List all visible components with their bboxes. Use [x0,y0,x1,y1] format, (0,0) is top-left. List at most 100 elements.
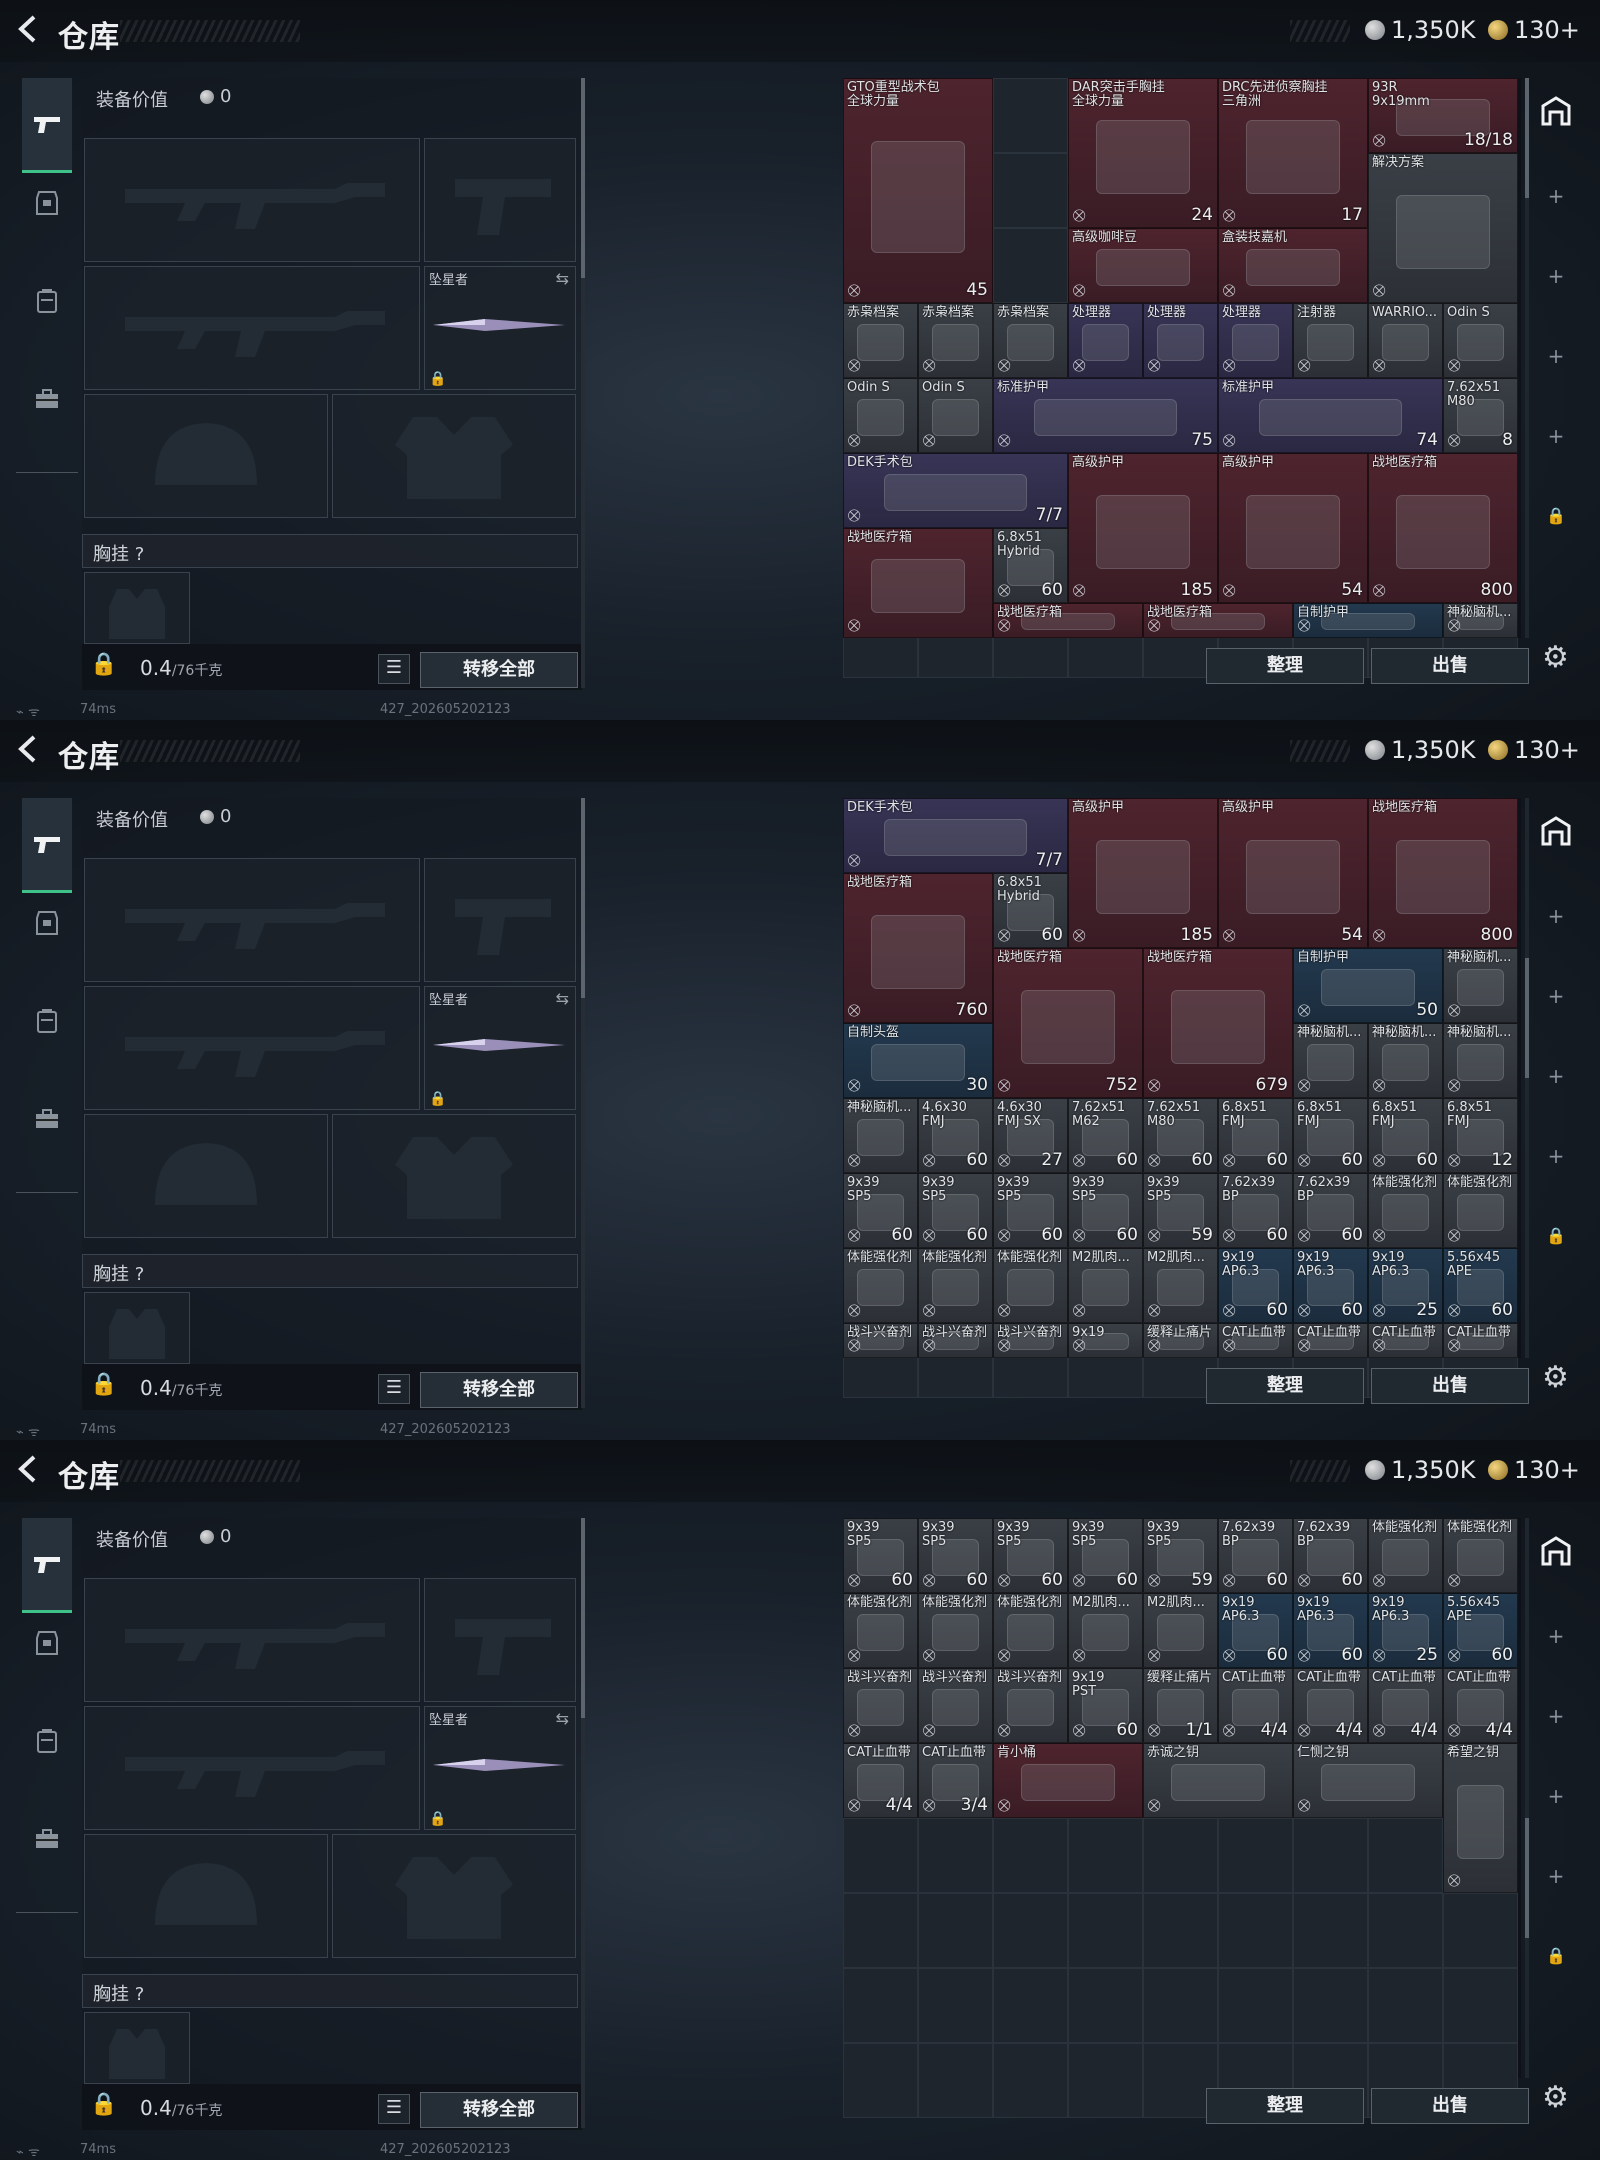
stash-item[interactable]: 战地医疗箱 ⛒ 679 [1143,948,1293,1098]
stash-item[interactable]: M2肌肉... ⛒ [1143,1248,1218,1323]
body-armor-slot[interactable] [332,1834,576,1958]
empty-slot[interactable] [1218,1893,1293,1968]
stash-item[interactable]: 9x39 SP5 ⛒ 59 [1143,1518,1218,1593]
stash-item[interactable]: DEK手术包 ⛒ 7/7 [843,453,1068,528]
add-tab-button[interactable]: + [1536,976,1576,1016]
stash-item[interactable]: 自制头盔 ⛒ 30 [843,1023,993,1098]
empty-slot[interactable] [993,1893,1068,1968]
stash-item[interactable]: 高级护甲 ⛒ 54 [1218,798,1368,948]
stash-item[interactable]: 神秘脑机... ⛒ [1368,1023,1443,1098]
empty-slot[interactable] [1293,1968,1368,2043]
stash-item[interactable]: 自制护甲 ⛒ [1293,603,1443,638]
melee-slot[interactable]: 坠星者 ⇆ 🔒 [424,1706,576,1830]
stash-item[interactable]: 高级护甲 ⛒ 185 [1068,798,1218,948]
empty-slot[interactable] [1443,1893,1518,1968]
stash-item[interactable]: CAT止血带 ⛒ 4/4 [1443,1668,1518,1743]
list-button[interactable]: ☰ [378,1374,410,1404]
stash-item[interactable]: 标准护甲 ⛒ 74 [1218,378,1443,453]
stash-item[interactable]: 5.56x45 APE ⛒ 60 [1443,1248,1518,1323]
stash-scrollbar[interactable] [1525,78,1529,638]
stash-item[interactable]: 9x39 SP5 ⛒ 59 [1143,1173,1218,1248]
stash-item[interactable]: 战斗兴奋剂 ⛒ [993,1668,1068,1743]
back-button[interactable] [14,1454,48,1488]
stash-item[interactable]: CAT止血带 ⛒ [1368,1323,1443,1358]
stash-item[interactable]: 体能强化剂 ⛒ [843,1593,918,1668]
stash-item[interactable]: 战斗兴奋剂 ⛒ [993,1323,1068,1358]
stash-item[interactable]: 赤枭档案 ⛒ [843,303,918,378]
nav-weapons[interactable] [22,798,72,893]
stash-item[interactable]: 注射器 ⛒ [1293,303,1368,378]
empty-slot[interactable] [1143,1968,1218,2043]
stash-item[interactable]: M2肌肉... ⛒ [1143,1593,1218,1668]
stash-item[interactable]: 9x19 AP6.3 ⛒ 25 [1368,1248,1443,1323]
stash-item[interactable]: 处理器 ⛒ [1143,303,1218,378]
scroll-thumb[interactable] [581,1518,585,1718]
lock-icon[interactable]: 🔒 [90,2092,117,2117]
stash-item[interactable]: 盒装技嘉机 ⛒ [1218,228,1368,303]
organize-button[interactable]: 整理 [1206,648,1364,684]
stash-item[interactable]: 战斗兴奋剂 ⛒ [918,1323,993,1358]
stash-item[interactable]: 解决方案 ⛒ [1368,153,1518,303]
chest-rig-slot[interactable] [84,2012,190,2084]
stash-item[interactable]: 体能强化剂 ⛒ [918,1593,993,1668]
melee-slot[interactable]: 坠星者 ⇆ 🔒 [424,266,576,390]
stash-scrollbar[interactable] [1525,1518,1529,2078]
silver-currency[interactable]: 1,350K [1365,16,1475,44]
stash-item[interactable]: 处理器 ⛒ [1218,303,1293,378]
help-icon[interactable]: ? [135,1264,145,1285]
stash-item[interactable]: 6.8x51 FMJ ⛒ 60 [1293,1098,1368,1173]
helmet-slot[interactable] [84,1834,328,1958]
empty-slot[interactable] [993,228,1068,303]
stash-item[interactable]: 9x19 AP6.3 ⛒ 60 [1218,1248,1293,1323]
stash-item[interactable]: 战地医疗箱 ⛒ 800 [1368,453,1518,603]
scroll-thumb[interactable] [1525,1818,1529,1938]
sell-button[interactable]: 出售 [1371,648,1529,684]
stash-item[interactable]: 缓释止痛片 ⛒ [1143,1323,1218,1358]
transfer-all-button[interactable]: 转移全部 [420,652,578,688]
stash-item[interactable]: 神秘脑机... ⛒ [1443,948,1518,1023]
scroll-thumb[interactable] [1525,958,1529,1078]
empty-slot[interactable] [1143,1818,1218,1893]
nav-case[interactable] [22,1094,72,1144]
stash-item[interactable]: 体能强化剂 ⛒ [1368,1518,1443,1593]
chest-rig-slot[interactable] [84,572,190,644]
sell-button[interactable]: 出售 [1371,2088,1529,2124]
empty-slot[interactable] [1293,1893,1368,1968]
stash-item[interactable]: M2肌肉... ⛒ [1068,1248,1143,1323]
stash-item[interactable]: 体能强化剂 ⛒ [1443,1173,1518,1248]
empty-slot[interactable] [1068,1893,1143,1968]
stash-item[interactable]: CAT止血带 ⛒ 4/4 [1368,1668,1443,1743]
stash-item[interactable]: 9x19 ⛒ [1068,1323,1143,1358]
stash-item[interactable]: 9x19 AP6.3 ⛒ 60 [1218,1593,1293,1668]
stash-item[interactable]: GTO重型战术包 全球力量 ⛒ 45 [843,78,993,303]
transfer-all-button[interactable]: 转移全部 [420,2092,578,2128]
locked-tab[interactable]: 🔒 [1536,1216,1576,1256]
stash-item[interactable]: 神秘脑机... ⛒ [1443,1023,1518,1098]
add-tab-button[interactable]: + [1536,176,1576,216]
empty-slot[interactable] [993,1818,1068,1893]
settings-button[interactable]: ⚙ [1542,640,1569,675]
nav-case[interactable] [22,374,72,424]
stash-item[interactable]: 体能强化剂 ⛒ [843,1248,918,1323]
stash-item[interactable]: 9x19 AP6.3 ⛒ 25 [1368,1593,1443,1668]
stash-item[interactable]: 战地医疗箱 ⛒ 800 [1368,798,1518,948]
loadout-scrollbar[interactable] [581,1518,585,2128]
stash-item[interactable]: 93R 9x19mm ⛒ 18/18 [1368,78,1518,153]
stash-item[interactable]: Odin S ⛒ [1443,303,1518,378]
stash-item[interactable]: CAT止血带 ⛒ [1293,1323,1368,1358]
list-button[interactable]: ☰ [378,654,410,684]
empty-slot[interactable] [843,1893,918,1968]
empty-slot[interactable] [993,78,1068,153]
empty-slot[interactable] [993,1968,1068,2043]
stash-tab[interactable] [1536,96,1576,136]
stash-item[interactable]: 6.8x51 Hybrid ⛒ 60 [993,528,1068,603]
add-tab-button[interactable]: + [1536,256,1576,296]
empty-slot[interactable] [1368,1968,1443,2043]
stash-item[interactable]: 9x39 SP5 ⛒ 60 [1068,1173,1143,1248]
stash-item[interactable]: 7.62x39 BP ⛒ 60 [1218,1173,1293,1248]
stash-item[interactable]: 5.56x45 APE ⛒ 60 [1443,1593,1518,1668]
stash-item[interactable]: 体能强化剂 ⛒ [993,1593,1068,1668]
lock-icon[interactable]: 🔒 [90,652,117,677]
body-armor-slot[interactable] [332,1114,576,1238]
stash-item[interactable]: 6.8x51 FMJ ⛒ 60 [1368,1098,1443,1173]
